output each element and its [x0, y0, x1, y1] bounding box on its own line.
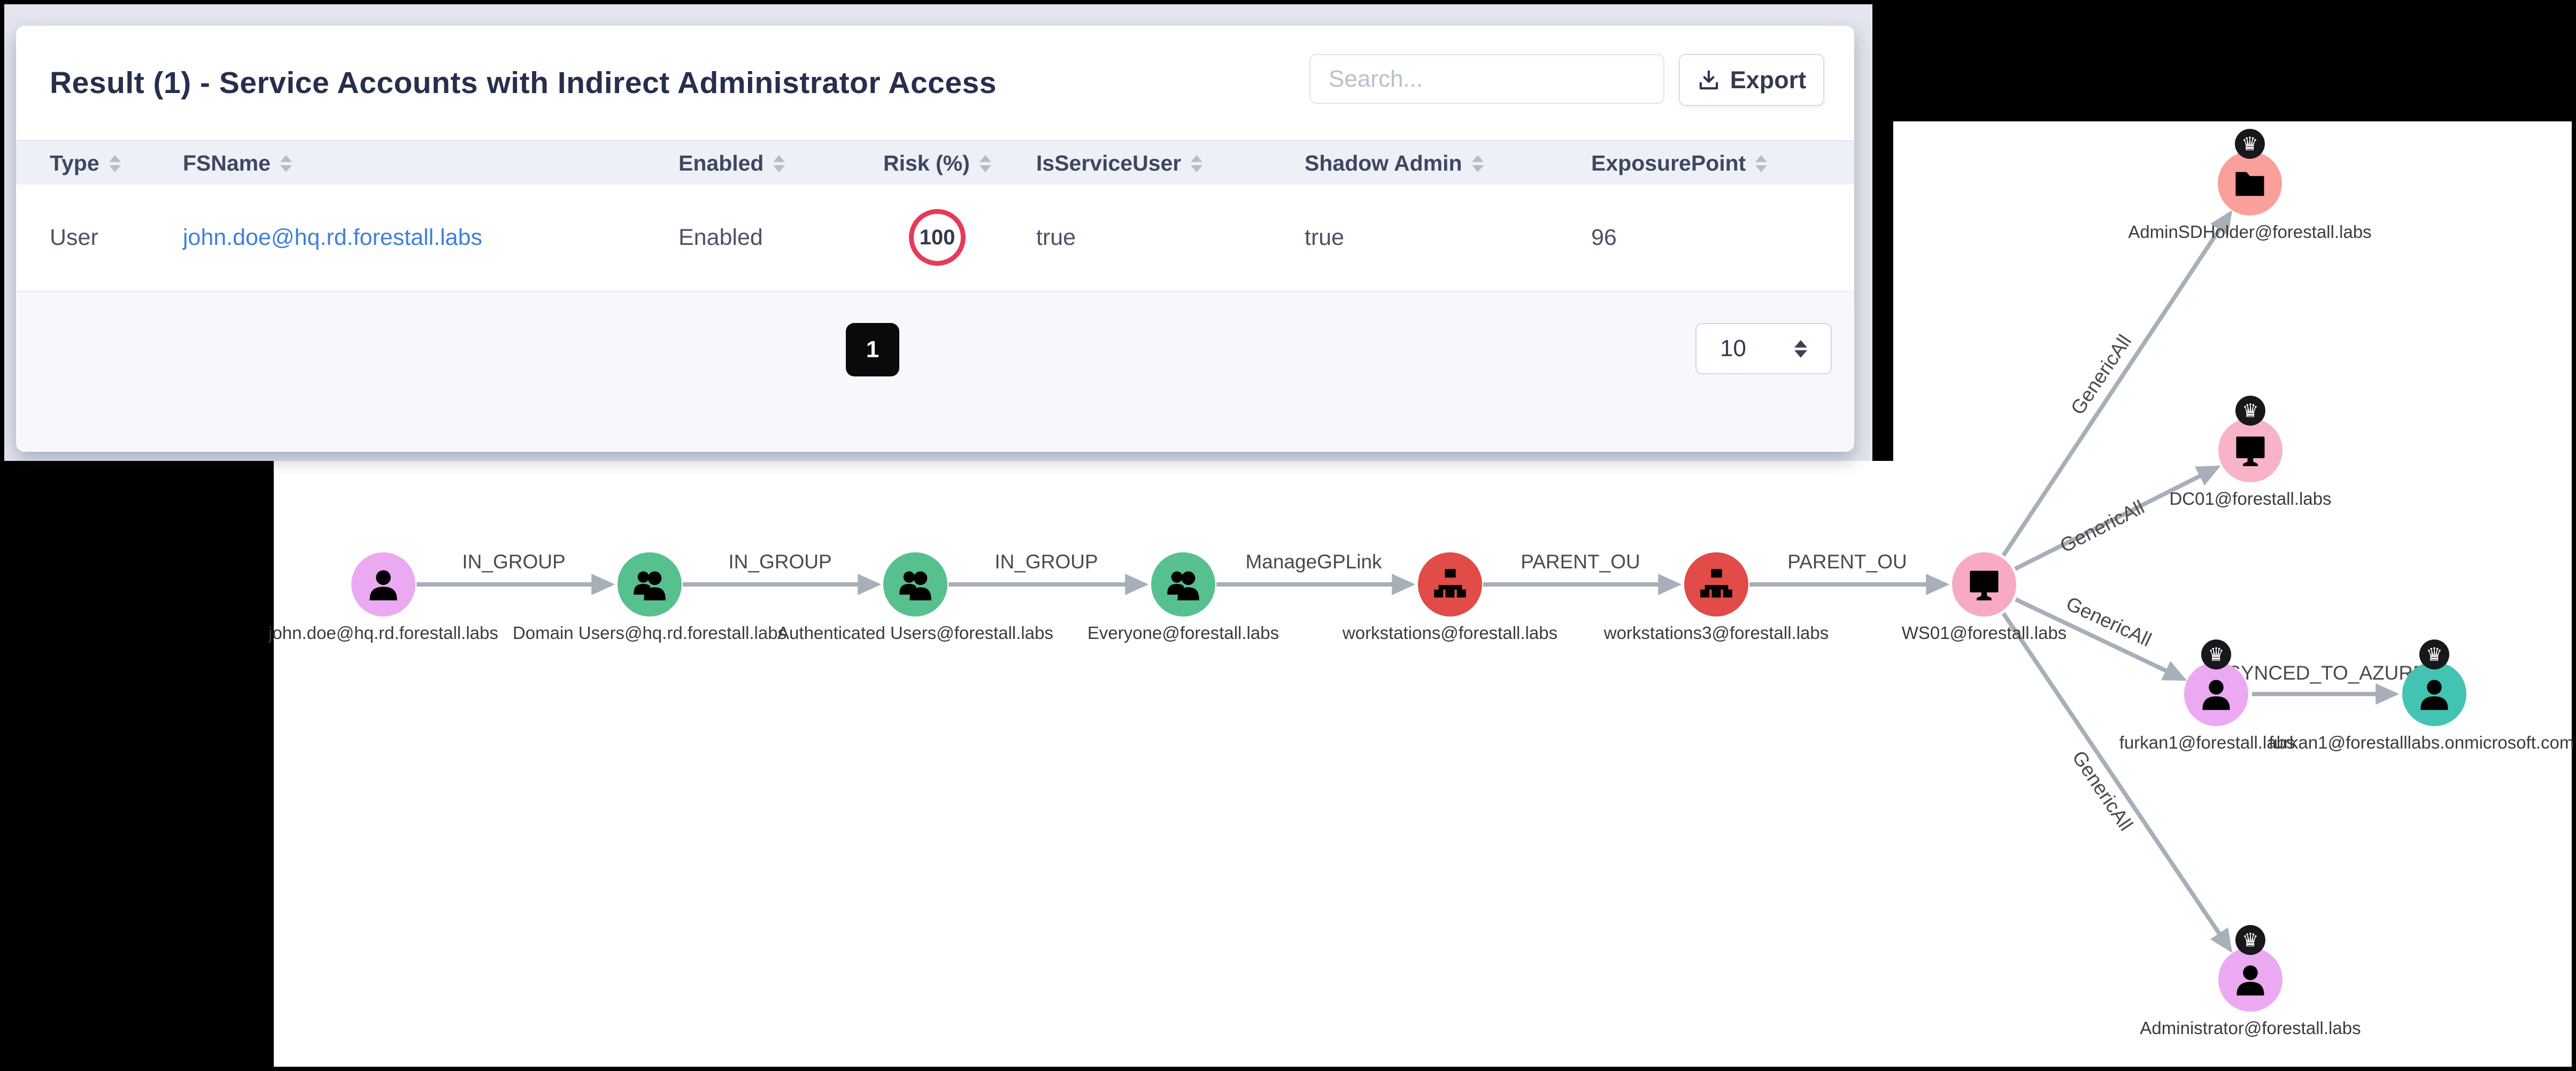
sort-icon[interactable] — [109, 155, 121, 172]
column-header-exposurepoint[interactable]: ExposurePoint — [1591, 141, 1767, 186]
computer-icon — [2232, 432, 2269, 468]
edge-label: ManageGPLink — [1245, 551, 1382, 573]
graph-node-administrator[interactable]: ♛ Administrator@forestall.labs — [2218, 947, 2282, 1012]
ou-sitemap-icon — [1698, 566, 1734, 603]
graph-node-workstations3-ou[interactable]: workstations3@forestall.labs — [1684, 552, 1748, 617]
graph-node-everyone[interactable]: Everyone@forestall.labs — [1151, 552, 1215, 617]
graph-node-furkan1[interactable]: ♛ furkan1@forestall.labs — [2184, 662, 2248, 726]
column-header-isserviceuser[interactable]: IsServiceUser — [1036, 141, 1202, 186]
column-header-type[interactable]: Type — [50, 141, 121, 186]
cell-shadow-admin: true — [1305, 184, 1344, 291]
edge-label: PARENT_OU — [1787, 551, 1907, 573]
folder-icon — [2232, 165, 2268, 202]
column-header-fsname[interactable]: FSName — [183, 141, 292, 186]
sort-icon[interactable] — [1191, 155, 1202, 172]
ou-sitemap-icon — [1432, 566, 1468, 603]
cell-type: User — [50, 184, 98, 291]
graph-node-john-doe[interactable]: john.doe@hq.rd.forestall.labs — [351, 552, 415, 617]
page-title: Result (1) - Service Accounts with Indir… — [50, 26, 997, 140]
search-input[interactable] — [1309, 54, 1664, 104]
user-icon — [2232, 961, 2269, 998]
page-size-value: 10 — [1720, 335, 1746, 362]
cell-fsname-link[interactable]: john.doe@hq.rd.forestall.labs — [183, 184, 482, 291]
sort-icon[interactable] — [1755, 155, 1767, 172]
column-header-enabled[interactable]: Enabled — [678, 141, 785, 186]
results-card: Result (1) - Service Accounts with Indir… — [16, 26, 1854, 452]
node-label: workstations3@forestall.labs — [1604, 623, 1829, 643]
graph-node-domain-users[interactable]: Domain Users@hq.rd.forestall.labs — [618, 552, 682, 617]
user-icon — [365, 566, 402, 603]
edge-label: IN_GROUP — [728, 551, 831, 573]
risk-score-ring: 100 — [909, 209, 966, 266]
export-label: Export — [1730, 66, 1807, 94]
crown-icon: ♛ — [2235, 396, 2265, 426]
group-icon — [897, 566, 934, 603]
cell-enabled: Enabled — [678, 184, 763, 291]
select-arrows-icon — [1794, 340, 1807, 358]
node-label: workstations@forestall.labs — [1343, 623, 1557, 643]
column-header-shadow-admin[interactable]: Shadow Admin — [1305, 141, 1484, 186]
screenshot-root: IN_GROUP IN_GROUP IN_GROUP ManageGPLink … — [0, 0, 2576, 1071]
crown-icon: ♛ — [2235, 129, 2265, 159]
node-label: AdminSDHolder@forestall.labs — [2128, 222, 2371, 242]
group-icon — [631, 566, 668, 603]
cell-isserviceuser: true — [1036, 184, 1076, 291]
card-header: Result (1) - Service Accounts with Indir… — [16, 26, 1854, 140]
edge-label: PARENT_OU — [1521, 551, 1640, 573]
graph-node-adminsdholder[interactable]: ♛ AdminSDHolder@forestall.labs — [2218, 151, 2282, 215]
results-page-region: Result (1) - Service Accounts with Indir… — [4, 4, 1872, 461]
node-label: WS01@forestall.labs — [1902, 623, 2067, 643]
edge-label: IN_GROUP — [994, 551, 1098, 573]
edge-label: SYNCED_TO_AZURE — [2227, 662, 2426, 684]
graph-node-authenticated-users[interactable]: Authenticated Users@forestall.labs — [883, 552, 947, 617]
user-icon — [2416, 676, 2452, 712]
pagination-page-1-button[interactable]: 1 — [846, 323, 899, 376]
graph-node-dc01[interactable]: ♛ DC01@forestall.labs — [2218, 418, 2282, 482]
node-label: john.doe@hq.rd.forestall.labs — [268, 623, 498, 643]
user-icon — [2198, 676, 2234, 712]
crown-icon: ♛ — [2201, 639, 2231, 669]
sort-icon[interactable] — [980, 155, 991, 172]
computer-icon — [1966, 566, 2002, 603]
export-button[interactable]: Export — [1679, 54, 1824, 106]
node-label: Administrator@forestall.labs — [2140, 1018, 2361, 1038]
crown-icon: ♛ — [2235, 925, 2265, 955]
edge-label: IN_GROUP — [462, 551, 565, 573]
download-icon — [1697, 68, 1721, 92]
node-label: DC01@forestall.labs — [2169, 489, 2331, 509]
crown-icon: ♛ — [2419, 639, 2449, 669]
table-row[interactable]: User john.doe@hq.rd.forestall.labs Enabl… — [16, 184, 1854, 292]
sort-icon[interactable] — [280, 155, 292, 172]
sort-icon[interactable] — [773, 155, 785, 172]
node-label: Authenticated Users@forestall.labs — [777, 623, 1053, 643]
graph-node-workstations-ou[interactable]: workstations@forestall.labs — [1418, 552, 1482, 617]
table-header-row: Type FSName Enabled Risk (%) IsServiceUs… — [16, 140, 1854, 186]
column-header-risk[interactable]: Risk (%) — [883, 141, 991, 186]
sort-icon[interactable] — [1472, 155, 1484, 172]
graph-node-furkan1-azure[interactable]: ♛ furkan1@forestalllabs.onmicrosoft.com — [2402, 662, 2466, 726]
node-label: furkan1@forestalllabs.onmicrosoft.com — [2269, 733, 2574, 753]
table-footer: 1 10 — [16, 291, 1854, 452]
node-label: Domain Users@hq.rd.forestall.labs — [513, 623, 786, 643]
page-size-select[interactable]: 10 — [1695, 323, 1832, 374]
group-icon — [1165, 566, 1201, 603]
graph-node-ws01[interactable]: WS01@forestall.labs — [1952, 552, 2016, 617]
cell-exposurepoint: 96 — [1591, 184, 1617, 291]
node-label: Everyone@forestall.labs — [1088, 623, 1279, 643]
